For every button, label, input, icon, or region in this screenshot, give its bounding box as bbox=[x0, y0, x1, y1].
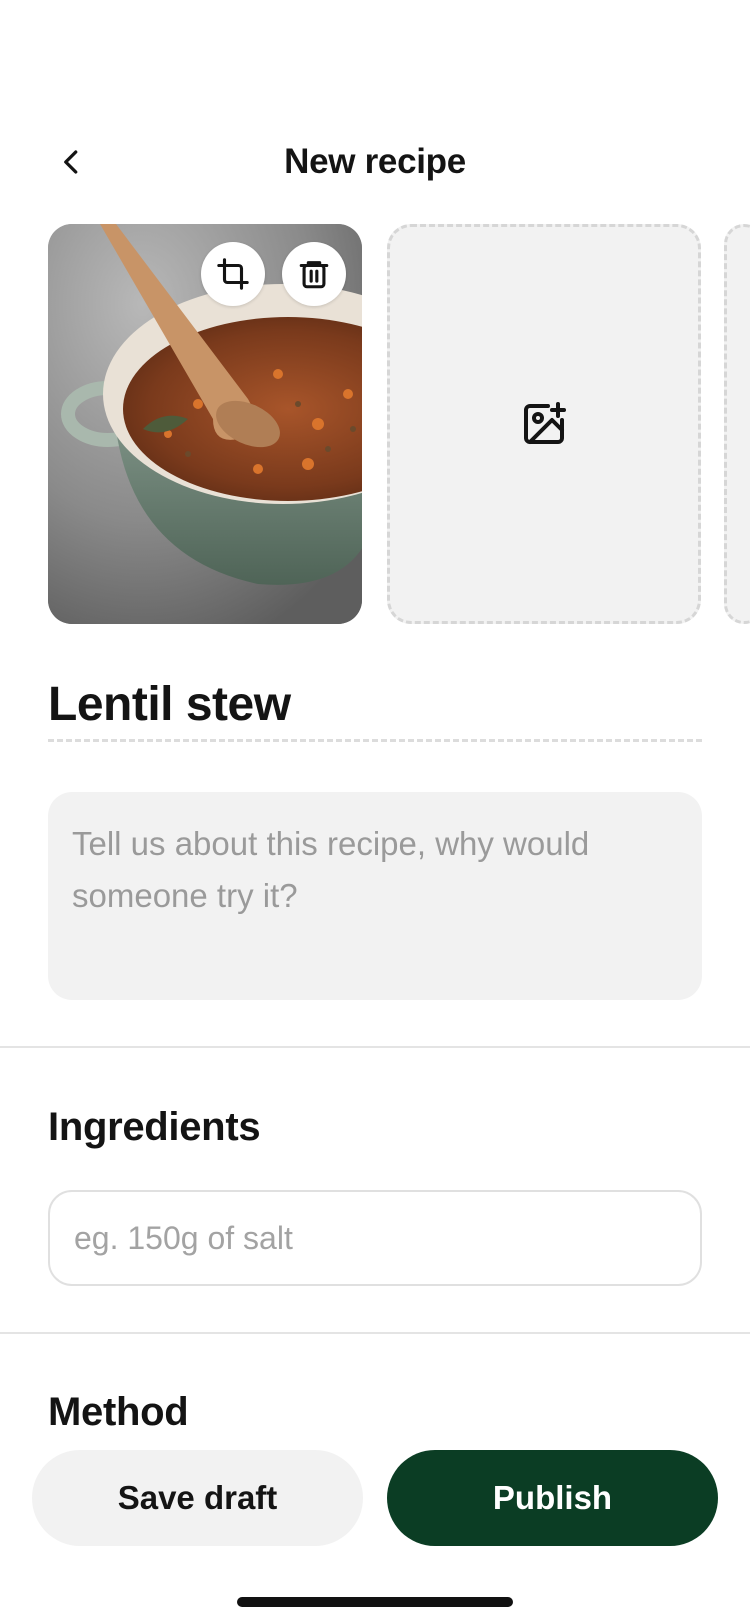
page-title: New recipe bbox=[284, 142, 466, 181]
header: New recipe bbox=[0, 128, 750, 198]
section-divider bbox=[0, 1046, 750, 1048]
description-placeholder: Tell us about this recipe, why would som… bbox=[72, 825, 590, 914]
title-underline bbox=[48, 739, 702, 742]
section-divider bbox=[0, 1332, 750, 1334]
description-field[interactable]: Tell us about this recipe, why would som… bbox=[48, 792, 702, 1000]
photo-carousel[interactable] bbox=[48, 224, 750, 624]
delete-photo-button[interactable] bbox=[282, 242, 346, 306]
ingredient-input[interactable] bbox=[48, 1190, 702, 1286]
add-photo-slot-next[interactable] bbox=[724, 224, 750, 624]
crop-button[interactable] bbox=[201, 242, 265, 306]
publish-button[interactable]: Publish bbox=[387, 1450, 718, 1546]
trash-icon bbox=[299, 261, 329, 289]
image-add-icon bbox=[524, 402, 566, 444]
save-draft-button[interactable]: Save draft bbox=[32, 1450, 363, 1546]
crop-icon bbox=[217, 258, 249, 290]
add-photo-slot[interactable] bbox=[387, 224, 701, 624]
home-indicator bbox=[237, 1597, 513, 1607]
recipe-photo[interactable] bbox=[48, 224, 362, 624]
method-heading: Method bbox=[48, 1390, 189, 1434]
recipe-title-input[interactable]: Lentil stew bbox=[48, 677, 291, 732]
ingredients-heading: Ingredients bbox=[48, 1105, 261, 1149]
